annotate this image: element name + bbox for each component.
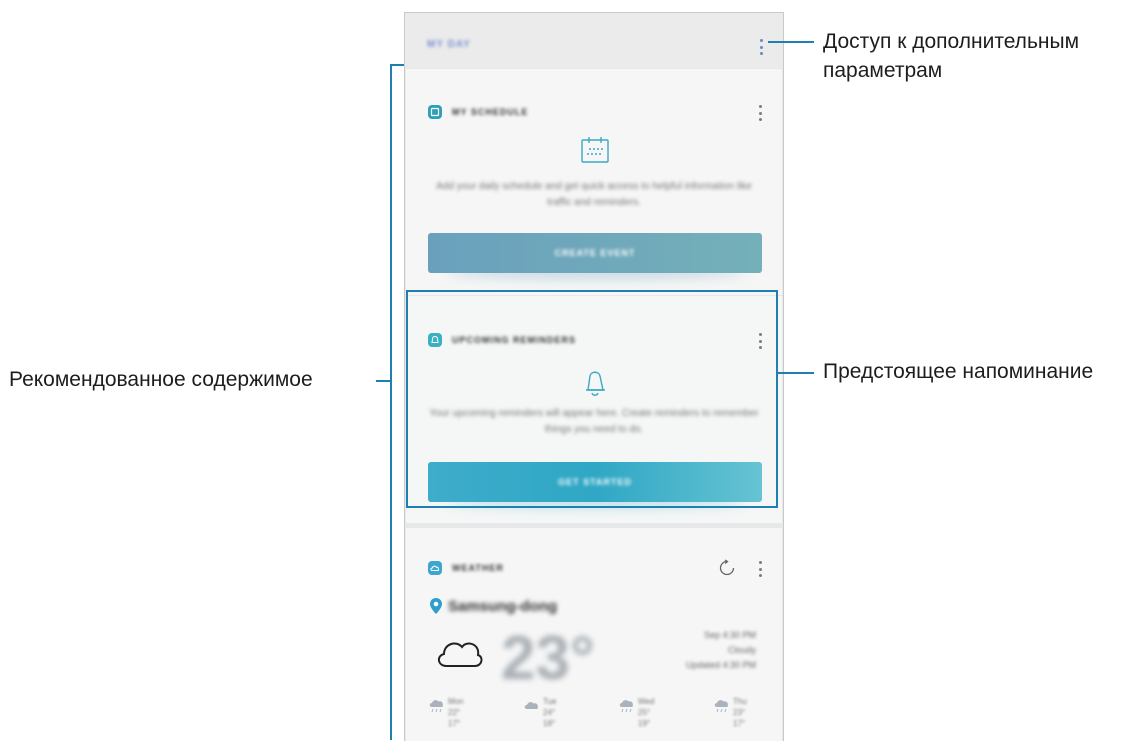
weather-card: WEATHER Samsung-dong 23° Sep 4:30 PM Clo… [406,528,782,741]
card-title: WEATHER [452,563,504,573]
schedule-card: MY SCHEDULE Add your daily schedule and … [406,69,782,295]
weather-app-icon [428,561,442,575]
callout-upcoming-reminder: Предстоящее напоминание [823,360,1094,383]
weather-detail-line: Sep 4:30 PM [703,630,756,640]
rain-cloud-icon [714,700,728,713]
forecast-item: Thu 23° 17° [713,696,783,740]
rain-cloud-icon [619,700,633,713]
callout-more-options: Доступ к дополнительным параметрам [823,30,1080,82]
forecast-item: Mon 22° 17° [428,696,508,740]
forecast-high: 24° [543,708,556,717]
weather-details: Sep 4:30 PM Cloudy Updated 4:30 PM [676,628,756,673]
forecast-high: 25° [638,708,651,717]
forecast-low: 17° [448,719,461,728]
forecast-item: Tue 24° 18° [523,696,603,740]
weather-detail-line: Cloudy [727,645,756,655]
callout-line-more-options [768,41,814,43]
forecast-day: Wed [638,697,655,706]
top-bar: MY DAY [405,13,783,68]
cloud-small-icon [524,702,538,709]
forecast-low: 19° [638,719,651,728]
forecast-day: Mon [448,697,464,706]
weather-location: Samsung-dong [448,598,558,615]
forecast-low: 18° [543,719,556,728]
forecast-high: 22° [448,708,461,717]
card-title: MY SCHEDULE [452,107,529,117]
calendar-icon [581,137,609,163]
more-options-icon[interactable] [759,39,763,55]
card-menu-icon[interactable] [758,561,762,577]
screen-title: MY DAY [427,39,471,50]
callout-line-upcoming-reminder [778,372,814,374]
forecast-low: 17° [733,719,746,728]
create-event-button[interactable]: CREATE EVENT [428,233,762,273]
button-label: CREATE EVENT [554,248,636,258]
refresh-icon[interactable] [718,559,736,577]
callout-recommended: Рекомендованное содержимое [9,368,313,391]
forecast-day: Thu [733,697,747,706]
rain-cloud-icon [429,700,443,713]
bracket-vertical [390,64,392,740]
forecast-high: 23° [733,708,746,717]
forecast-item: Wed 25° 19° [618,696,698,740]
current-temperature: 23° [501,624,595,693]
forecast-day: Tue [543,697,557,706]
card-menu-icon[interactable] [758,105,762,121]
schedule-app-icon [428,105,442,119]
bracket-top-tick [390,64,404,66]
cloud-icon [438,642,483,667]
callout-line-recommended [376,380,390,382]
upcoming-reminder-highlight [406,290,778,508]
location-pin-icon [430,598,442,614]
weather-detail-line: Updated 4:30 PM [685,660,756,670]
card-description: Add your daily schedule and get quick ac… [436,181,752,208]
